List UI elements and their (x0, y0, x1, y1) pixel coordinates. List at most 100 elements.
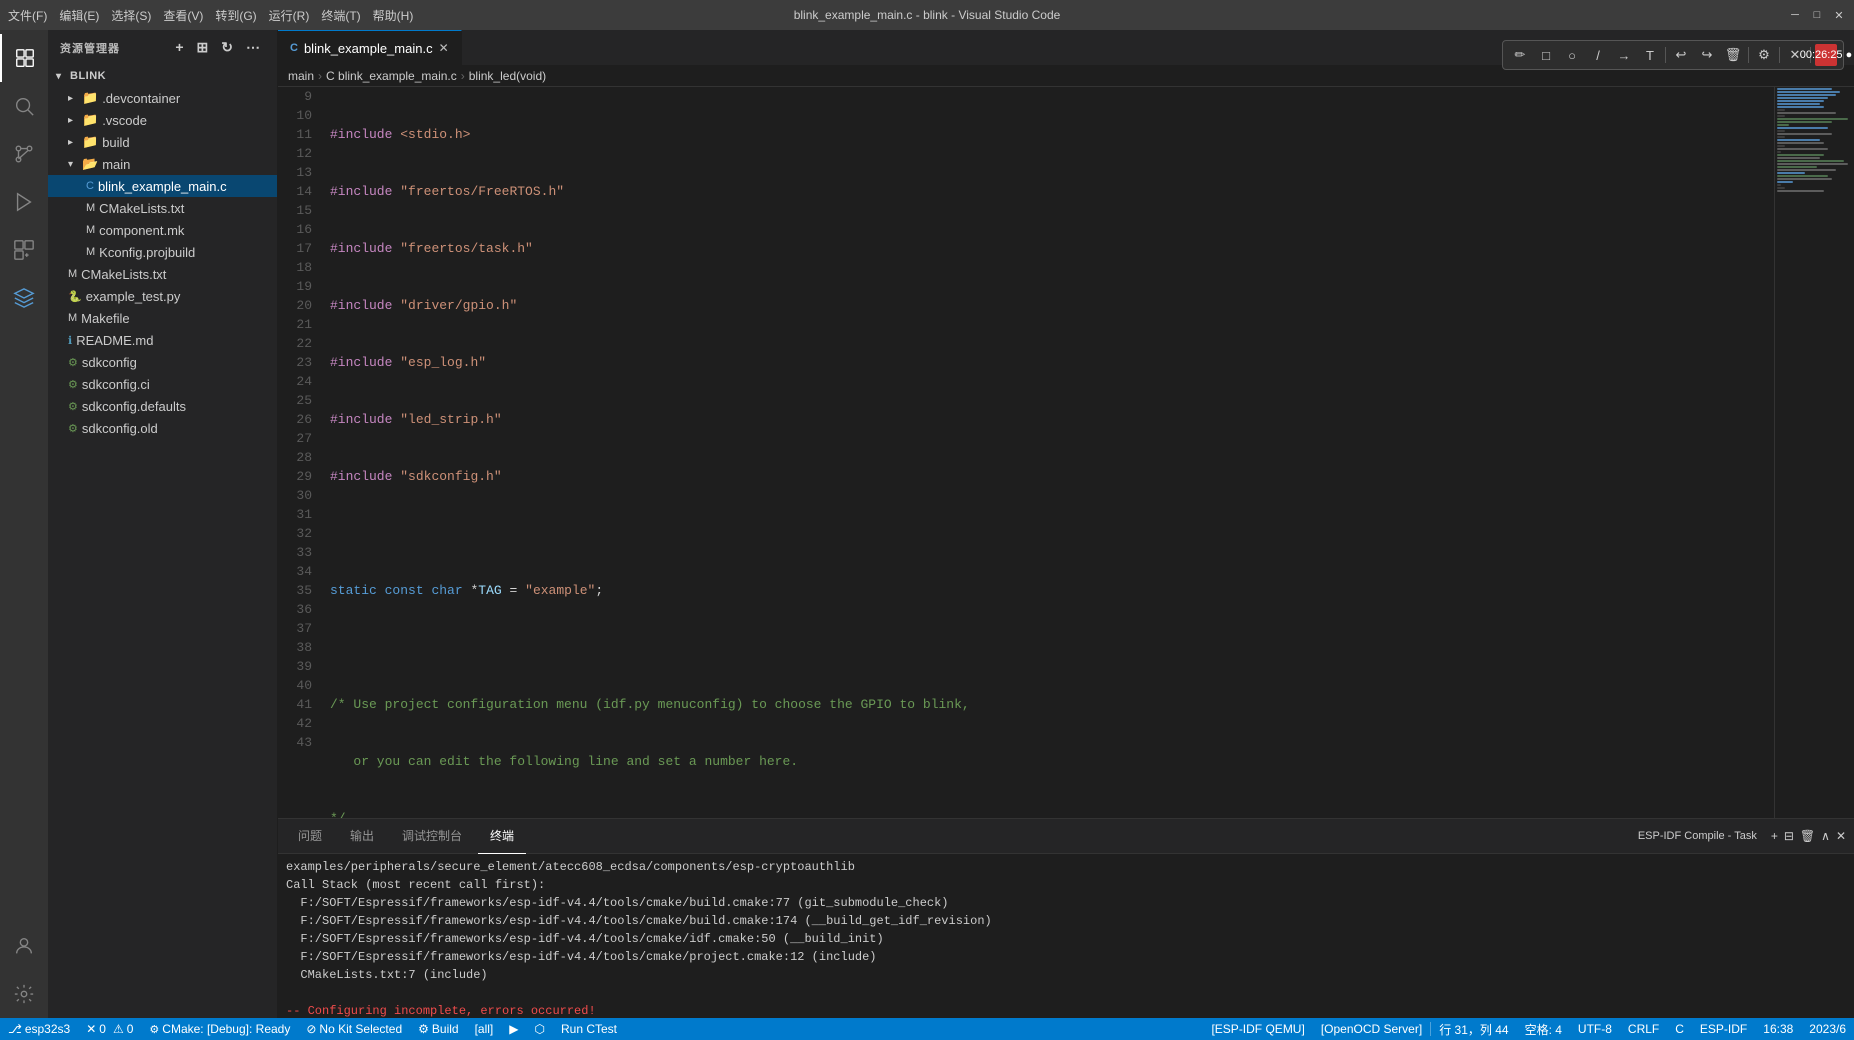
minimize-button[interactable]: ─ (1788, 8, 1802, 22)
menu-bar[interactable]: 文件(F) 编辑(E) 选择(S) 查看(V) 转到(G) 运行(R) 终端(T… (8, 7, 413, 24)
menu-view[interactable]: 查看(V) (163, 7, 203, 24)
tree-file-sdkconfig-ci[interactable]: ⚙ sdkconfig.ci (48, 373, 277, 395)
tree-file-kconfig[interactable]: M Kconfig.projbuild (48, 241, 277, 263)
status-line-col[interactable]: 行 31，列 44 (1431, 1018, 1516, 1040)
ann-line-button[interactable]: / (1587, 44, 1609, 66)
folder-icon: 📁 (82, 134, 98, 150)
tree-folder-main[interactable]: ▾ 📂 main (48, 153, 277, 175)
status-line-ending[interactable]: CRLF (1620, 1018, 1667, 1040)
refresh-button[interactable]: ↻ (217, 37, 238, 58)
tree-item-label: Kconfig.projbuild (99, 245, 195, 260)
ann-timer-button[interactable]: 00:26:25 ● (1815, 44, 1837, 66)
activity-extensions[interactable] (0, 226, 48, 274)
tree-file-example-test[interactable]: 🐍 example_test.py (48, 285, 277, 307)
menu-select[interactable]: 选择(S) (111, 7, 151, 24)
tree-folder-devcontainer[interactable]: ▸ 📁 .devcontainer (48, 87, 277, 109)
tree-file-sdkconfig-old[interactable]: ⚙ sdkconfig.old (48, 417, 277, 439)
tree-item-label: component.mk (99, 223, 184, 238)
activity-settings[interactable] (0, 970, 48, 1018)
activity-explorer[interactable] (0, 34, 48, 82)
breadcrumb-symbol[interactable]: blink_led(void) (469, 69, 546, 83)
menu-terminal[interactable]: 终端(T) (321, 7, 360, 24)
terminal-output[interactable]: examples/peripherals/secure_element/atec… (278, 854, 1854, 1018)
tab-file-icon: C (290, 42, 298, 54)
panel-tab-terminal[interactable]: 终端 (478, 819, 526, 854)
tree-file-sdkconfig[interactable]: ⚙ sdkconfig (48, 351, 277, 373)
ann-settings-button[interactable]: ⚙ (1753, 44, 1775, 66)
status-openocd[interactable]: [OpenOCD Server] (1313, 1018, 1430, 1040)
chevron-icon: ▸ (68, 137, 80, 148)
status-run-button[interactable]: ▶ (501, 1018, 526, 1040)
activity-esp-idf[interactable] (0, 274, 48, 322)
tree-file-readme[interactable]: ℹ README.md (48, 329, 277, 351)
panel-trash-button[interactable]: 🗑 (1800, 829, 1815, 843)
activity-debug[interactable] (0, 178, 48, 226)
ann-circle-button[interactable]: ○ (1561, 44, 1583, 66)
tree-folder-vscode[interactable]: ▸ 📁 .vscode (48, 109, 277, 131)
menu-edit[interactable]: 编辑(E) (59, 7, 99, 24)
panel-tab-output[interactable]: 输出 (338, 819, 386, 854)
tree-file-sdkconfig-defaults[interactable]: ⚙ sdkconfig.defaults (48, 395, 277, 417)
panel-split-button[interactable]: ⊟ (1784, 829, 1794, 843)
tree-item-label: CMakeLists.txt (81, 267, 166, 282)
status-language[interactable]: C (1667, 1018, 1692, 1040)
status-no-kit[interactable]: ⊘ No Kit Selected (298, 1018, 410, 1040)
ann-pen-button[interactable]: ✏ (1509, 44, 1531, 66)
status-debug-button[interactable]: ⬡ (527, 1018, 553, 1040)
tree-folder-build[interactable]: ▸ 📁 build (48, 131, 277, 153)
maximize-button[interactable]: □ (1810, 8, 1824, 22)
menu-help[interactable]: 帮助(H) (373, 7, 414, 24)
status-esp-qemu[interactable]: [ESP-IDF QEMU] (1203, 1018, 1312, 1040)
status-spaces[interactable]: 空格: 4 (1517, 1018, 1570, 1040)
tree-file-cmakelists-root[interactable]: M CMakeLists.txt (48, 263, 277, 285)
panel-tab-problems[interactable]: 问题 (286, 819, 334, 854)
tree-file-makefile[interactable]: M Makefile (48, 307, 277, 329)
tree-root-label: BLINK (70, 70, 106, 82)
no-kit-text: No Kit Selected (319, 1022, 402, 1036)
tree-root-blink[interactable]: ▾ BLINK (48, 65, 277, 87)
status-encoding[interactable]: UTF-8 (1570, 1018, 1620, 1040)
menu-file[interactable]: 文件(F) (8, 7, 47, 24)
menu-run[interactable]: 运行(R) (269, 7, 310, 24)
ann-undo-button[interactable]: ↩ (1670, 44, 1692, 66)
status-run-ctest[interactable]: Run CTest (553, 1018, 625, 1040)
minimap (1774, 87, 1854, 818)
tab-blink-main[interactable]: C blink_example_main.c ✕ (278, 30, 462, 65)
status-build-all[interactable]: [all] (467, 1018, 502, 1040)
activity-search[interactable] (0, 82, 48, 130)
status-build-button[interactable]: ⚙ Build (410, 1018, 466, 1040)
terminal-line: F:/SOFT/Espressif/frameworks/esp-idf-v4.… (286, 894, 1846, 912)
activity-source-control[interactable] (0, 130, 48, 178)
tree-file-cmakelists-main[interactable]: M CMakeLists.txt (48, 197, 277, 219)
breadcrumb-main[interactable]: main (288, 69, 314, 83)
new-file-button[interactable]: + (171, 37, 188, 58)
ann-arrow-button[interactable]: → (1613, 44, 1635, 66)
new-folder-button[interactable]: ⊞ (193, 37, 214, 58)
window-controls[interactable]: ─ □ ✕ (1788, 8, 1846, 22)
panel-close-button[interactable]: ✕ (1836, 829, 1846, 843)
panel-chevron-up-button[interactable]: ∧ (1821, 829, 1830, 843)
code-content[interactable]: #include <stdio.h> #include "freertos/Fr… (320, 87, 1774, 818)
ann-text-button[interactable]: T (1639, 44, 1661, 66)
panel-tab-debug-console[interactable]: 调试控制台 (390, 819, 474, 854)
code-editor[interactable]: 910111213 1415161718 1920212223 24252627… (278, 87, 1854, 818)
config-file-icon: ⚙ (68, 356, 78, 369)
status-errors[interactable]: ✕ 0 ⚠ 0 (78, 1018, 141, 1040)
esp-idf-text: ESP-IDF (1700, 1022, 1747, 1036)
status-esp-idf[interactable]: ESP-IDF (1692, 1018, 1755, 1040)
panel-plus-button[interactable]: + (1771, 829, 1778, 843)
ann-trash-button[interactable]: 🗑 (1722, 44, 1744, 66)
close-button[interactable]: ✕ (1832, 8, 1846, 22)
collapse-button[interactable]: ⋯ (242, 37, 265, 58)
breadcrumb-file[interactable]: C blink_example_main.c (326, 69, 457, 83)
terminal-line: F:/SOFT/Espressif/frameworks/esp-idf-v4.… (286, 912, 1846, 930)
tab-close-button[interactable]: ✕ (439, 41, 449, 55)
status-cmake[interactable]: ⚙ CMake: [Debug]: Ready (141, 1018, 298, 1040)
tree-file-component-mk[interactable]: M component.mk (48, 219, 277, 241)
menu-goto[interactable]: 转到(G) (215, 7, 256, 24)
ann-rect-button[interactable]: □ (1535, 44, 1557, 66)
ann-redo-button[interactable]: ↪ (1696, 44, 1718, 66)
status-git-branch[interactable]: ⎇ esp32s3 (0, 1018, 78, 1040)
tree-file-blink-main[interactable]: C blink_example_main.c (48, 175, 277, 197)
activity-account[interactable] (0, 922, 48, 970)
